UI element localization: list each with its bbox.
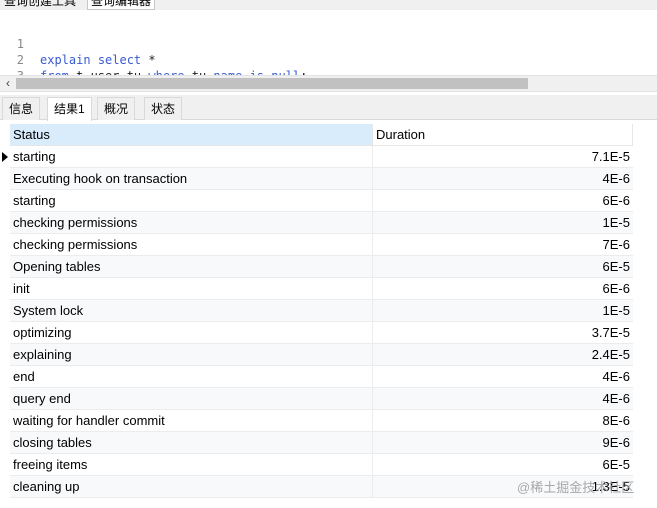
current-row-pointer-icon [1,146,9,168]
cell-status[interactable]: init [10,278,373,300]
cell-duration[interactable]: 9E-6 [373,432,633,454]
tab-profile[interactable]: 概况 [97,97,136,120]
cell-status[interactable]: waiting for handler commit [10,410,373,432]
cell-status[interactable]: Executing hook on transaction [10,168,373,190]
table-row[interactable]: System lock 1E-5 [10,300,633,322]
table-row[interactable]: end 4E-6 [10,366,633,388]
cell-duration[interactable]: 1E-5 [373,212,633,234]
sql-keyword: explain [40,53,91,67]
cell-duration[interactable]: 3.7E-5 [373,322,633,344]
table-row[interactable]: Executing hook on transaction 4E-6 [10,168,633,190]
sql-keyword: select [97,53,142,67]
cell-status[interactable]: end [10,366,373,388]
table-row[interactable]: optimizing 3.7E-5 [10,322,633,344]
cell-status[interactable]: optimizing [10,322,373,344]
cell-status[interactable]: checking permissions [10,234,373,256]
table-row[interactable]: checking permissions 7E-6 [10,234,633,256]
cell-duration[interactable]: 4E-6 [373,168,633,190]
table-row[interactable]: closing tables 9E-6 [10,432,633,454]
cell-duration[interactable]: 6E-6 [373,278,633,300]
cell-duration[interactable]: 6E-5 [373,256,633,278]
cell-status[interactable]: Opening tables [10,256,373,278]
result-tab-bar: 信息 结果1 概况 状态 [0,95,657,121]
cell-duration[interactable]: 6E-5 [373,454,633,476]
tab-status[interactable]: 状态 [144,97,183,120]
cell-status[interactable]: starting [10,146,373,168]
table-row[interactable]: checking permissions 1E-5 [10,212,633,234]
tab-info[interactable]: 信息 [2,97,41,120]
top-tab-bar: 查询创建工具 查询编辑器 [0,0,657,10]
cell-status[interactable]: freeing items [10,454,373,476]
cell-status[interactable]: System lock [10,300,373,322]
cell-duration[interactable]: 6E-6 [373,190,633,212]
editor-line: 3 [0,52,29,76]
table-row[interactable]: starting 6E-6 [10,190,633,212]
table-row[interactable]: waiting for handler commit 8E-6 [10,410,633,432]
cell-status[interactable]: checking permissions [10,212,373,234]
editor-line: 2 from t_user tu where tu.name is null; [0,36,308,76]
sql-text: * [141,53,156,67]
cell-status[interactable]: starting [10,190,373,212]
cell-duration[interactable]: 2.4E-5 [373,344,633,366]
table-row[interactable]: init 6E-6 [10,278,633,300]
cell-duration[interactable]: 4E-6 [373,366,633,388]
table-row[interactable]: explaining 2.4E-5 [10,344,633,366]
cell-duration[interactable]: 8E-6 [373,410,633,432]
editor-horizontal-scrollbar[interactable]: ‹ [0,75,657,92]
editor-line: 1 explain select * [0,20,156,67]
cell-duration[interactable]: 4E-6 [373,388,633,410]
cell-duration[interactable]: 7E-6 [373,234,633,256]
table-row[interactable]: freeing items 6E-5 [10,454,633,476]
scroll-left-arrow-icon[interactable]: ‹ [2,76,14,91]
column-header-status[interactable]: Status [10,124,373,146]
cell-status[interactable]: cleaning up [10,476,373,498]
grid-header: Status Duration [10,124,633,146]
tab-query-editor[interactable]: 查询编辑器 [87,0,156,10]
cell-status[interactable]: query end [10,388,373,410]
tab-result-1[interactable]: 结果1 [47,97,92,121]
tab-query-builder[interactable]: 查询创建工具 [4,0,76,10]
cell-duration[interactable]: 7.1E-5 [373,146,633,168]
table-row[interactable]: Opening tables 6E-5 [10,256,633,278]
cell-status[interactable]: explaining [10,344,373,366]
column-header-duration[interactable]: Duration [373,124,633,146]
line-code: explain select * [40,52,156,68]
result-grid: Status Duration starting 7.1E-5 Executing … [0,124,657,508]
sql-editor[interactable]: 1 explain select * 2 from t_user tu wher… [0,10,657,76]
table-row[interactable]: starting 7.1E-5 [10,146,633,168]
watermark: @稀土掘金技术社区 [517,480,635,495]
cell-duration[interactable]: 1E-5 [373,300,633,322]
cell-status[interactable]: closing tables [10,432,373,454]
scrollbar-thumb[interactable] [16,78,528,89]
table-row[interactable]: query end 4E-6 [10,388,633,410]
